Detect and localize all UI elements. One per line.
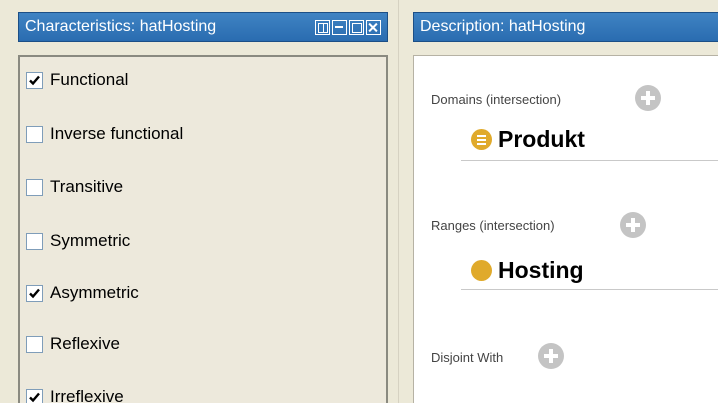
characteristic-label: Transitive (50, 177, 124, 196)
defined-class-icon (471, 129, 492, 150)
minimize-icon[interactable] (332, 20, 347, 35)
characteristic-inverse-functional[interactable]: Inverse functional (26, 122, 183, 146)
description-body: Domains (intersection) Produkt Ranges (i… (413, 55, 718, 403)
characteristic-label: Irreflexive (50, 387, 124, 403)
characteristics-panel-header: Characteristics: hatHosting (18, 12, 388, 42)
range-entry[interactable]: Hosting (471, 257, 584, 284)
characteristic-label: Symmetric (50, 231, 131, 250)
characteristic-asymmetric[interactable]: Asymmetric (26, 281, 139, 305)
panel-window-buttons (315, 20, 381, 35)
maximize-icon[interactable] (349, 20, 364, 35)
characteristic-irreflexive[interactable]: Irreflexive (26, 385, 124, 403)
close-icon[interactable] (366, 20, 381, 35)
characteristics-list: Functional Inverse functional Transitive… (18, 55, 388, 403)
characteristic-label: Functional (50, 70, 129, 89)
description-panel: Description: hatHosting Domains (interse… (404, 0, 718, 403)
characteristic-label: Inverse functional (50, 124, 184, 143)
add-range-button[interactable] (620, 212, 646, 238)
domain-entry[interactable]: Produkt (471, 126, 585, 153)
description-panel-title: Description: hatHosting (420, 18, 586, 35)
class-icon (471, 260, 492, 281)
characteristics-panel: Characteristics: hatHosting Functional I… (0, 0, 398, 403)
domains-label: Domains (intersection) (431, 92, 562, 107)
range-class-name: Hosting (498, 257, 584, 283)
description-panel-header: Description: hatHosting (413, 12, 718, 42)
transitive-checkbox[interactable] (26, 178, 43, 196)
checkmark-icon (29, 75, 40, 85)
checkmark-icon (29, 392, 40, 402)
add-disjoint-button[interactable] (538, 343, 564, 369)
characteristic-transitive[interactable]: Transitive (26, 175, 123, 199)
characteristic-functional[interactable]: Functional (26, 68, 128, 92)
add-domain-button[interactable] (635, 85, 661, 111)
characteristics-panel-title: Characteristics: hatHosting (25, 18, 217, 35)
reflexive-checkbox[interactable] (26, 335, 43, 353)
disjoint-with-label: Disjoint With (431, 350, 504, 365)
characteristic-symmetric[interactable]: Symmetric (26, 229, 130, 253)
characteristic-label: Asymmetric (50, 283, 139, 302)
ranges-separator (461, 289, 718, 290)
domain-class-name: Produkt (498, 126, 585, 152)
restore-icon[interactable] (315, 20, 330, 35)
irreflexive-checkbox[interactable] (26, 388, 43, 403)
asymmetric-checkbox[interactable] (26, 284, 43, 302)
symmetric-checkbox[interactable] (26, 232, 43, 250)
characteristic-reflexive[interactable]: Reflexive (26, 332, 120, 356)
inverse-functional-checkbox[interactable] (26, 125, 43, 143)
functional-checkbox[interactable] (26, 71, 43, 89)
domains-separator (461, 160, 718, 161)
characteristic-label: Reflexive (50, 334, 120, 353)
checkmark-icon (29, 288, 40, 298)
ranges-label: Ranges (intersection) (431, 218, 555, 233)
